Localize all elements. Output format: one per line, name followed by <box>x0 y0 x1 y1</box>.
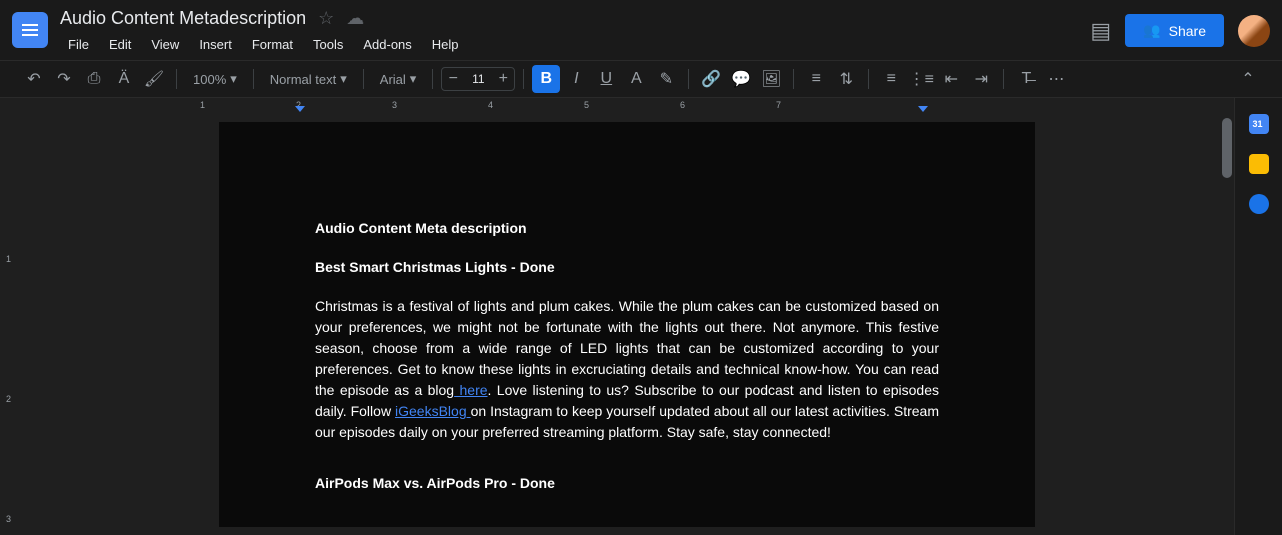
menu-file[interactable]: File <box>60 33 97 56</box>
bold-button[interactable]: B <box>532 65 560 93</box>
font-select[interactable]: Arial ▾ <box>372 67 425 91</box>
font-size-decrease[interactable]: − <box>442 68 464 90</box>
italic-button[interactable]: I <box>562 65 590 93</box>
keep-icon[interactable] <box>1249 154 1269 174</box>
chevron-down-icon: ▾ <box>340 71 347 87</box>
spellcheck-button[interactable]: Ä <box>110 65 138 93</box>
clear-formatting-button[interactable]: T̶ <box>1012 65 1040 93</box>
vertical-scrollbar[interactable] <box>1222 118 1232 178</box>
tasks-icon[interactable] <box>1249 194 1269 214</box>
doc-subheading: Best Smart Christmas Lights - Done <box>315 257 939 278</box>
menu-bar: File Edit View Insert Format Tools Add-o… <box>60 33 1090 56</box>
vertical-ruler[interactable]: 1 2 3 <box>0 114 20 535</box>
redo-button[interactable]: ↷ <box>50 65 78 93</box>
menu-insert[interactable]: Insert <box>191 33 240 56</box>
underline-button[interactable]: U <box>592 65 620 93</box>
increase-indent-button[interactable]: ⇥ <box>967 65 995 93</box>
line-spacing-button[interactable]: ⇅ <box>832 65 860 93</box>
chevron-down-icon: ▾ <box>410 71 417 87</box>
cloud-status-icon[interactable]: ☁ <box>346 8 364 29</box>
menu-tools[interactable]: Tools <box>305 33 351 56</box>
doc-next-heading: AirPods Max vs. AirPods Pro - Done <box>315 473 939 494</box>
share-label: Share <box>1169 23 1206 39</box>
decrease-indent-button[interactable]: ⇤ <box>937 65 965 93</box>
menu-format[interactable]: Format <box>244 33 301 56</box>
share-button[interactable]: 👥 Share <box>1125 14 1224 47</box>
align-button[interactable]: ≡ <box>802 65 830 93</box>
share-icon: 👥 <box>1143 22 1160 39</box>
doc-paragraph: Christmas is a festival of lights and pl… <box>315 296 939 443</box>
account-avatar[interactable] <box>1238 15 1270 47</box>
collapse-toolbar-button[interactable]: ⌃ <box>1234 65 1262 93</box>
undo-button[interactable]: ↶ <box>20 65 48 93</box>
menu-edit[interactable]: Edit <box>101 33 139 56</box>
right-margin-marker[interactable] <box>918 106 928 112</box>
menu-help[interactable]: Help <box>424 33 467 56</box>
paint-format-button[interactable]: 🖌 <box>140 65 168 93</box>
document-title[interactable]: Audio Content Metadescription <box>60 8 306 29</box>
bulleted-list-button[interactable]: ⋮≡ <box>907 65 935 93</box>
calendar-icon[interactable] <box>1249 114 1269 134</box>
chevron-down-icon: ▾ <box>230 71 237 87</box>
menu-addons[interactable]: Add-ons <box>355 33 419 56</box>
zoom-select[interactable]: 100% ▾ <box>185 67 245 91</box>
link-here[interactable]: here <box>454 382 487 398</box>
comments-icon[interactable]: ▤ <box>1090 18 1111 44</box>
more-tools-button[interactable]: ⋯ <box>1042 65 1070 93</box>
print-button[interactable]: ⎙ <box>80 65 108 93</box>
font-size-increase[interactable]: + <box>492 68 514 90</box>
docs-logo[interactable] <box>12 12 48 48</box>
font-size-value[interactable]: 11 <box>464 72 492 86</box>
text-color-button[interactable]: A <box>622 65 650 93</box>
menu-view[interactable]: View <box>143 33 187 56</box>
left-margin-marker[interactable] <box>295 106 305 112</box>
insert-link-button[interactable]: 🔗 <box>697 65 725 93</box>
paragraph-style-select[interactable]: Normal text ▾ <box>262 67 355 91</box>
insert-comment-button[interactable]: 💬 <box>727 65 755 93</box>
horizontal-ruler[interactable]: 1 2 3 4 5 6 7 <box>20 98 1234 114</box>
document-page[interactable]: Audio Content Meta description Best Smar… <box>219 122 1035 527</box>
star-icon[interactable]: ☆ <box>318 8 334 29</box>
insert-image-button[interactable]: 🖼 <box>757 65 785 93</box>
link-igeeksblog[interactable]: iGeeksBlog <box>395 403 471 419</box>
toolbar: ↶ ↷ ⎙ Ä 🖌 100% ▾ Normal text ▾ Arial ▾ −… <box>0 60 1282 98</box>
highlight-button[interactable]: ✎ <box>652 65 680 93</box>
numbered-list-button[interactable]: ≡ <box>877 65 905 93</box>
doc-heading: Audio Content Meta description <box>315 218 939 239</box>
side-panel <box>1234 98 1282 535</box>
